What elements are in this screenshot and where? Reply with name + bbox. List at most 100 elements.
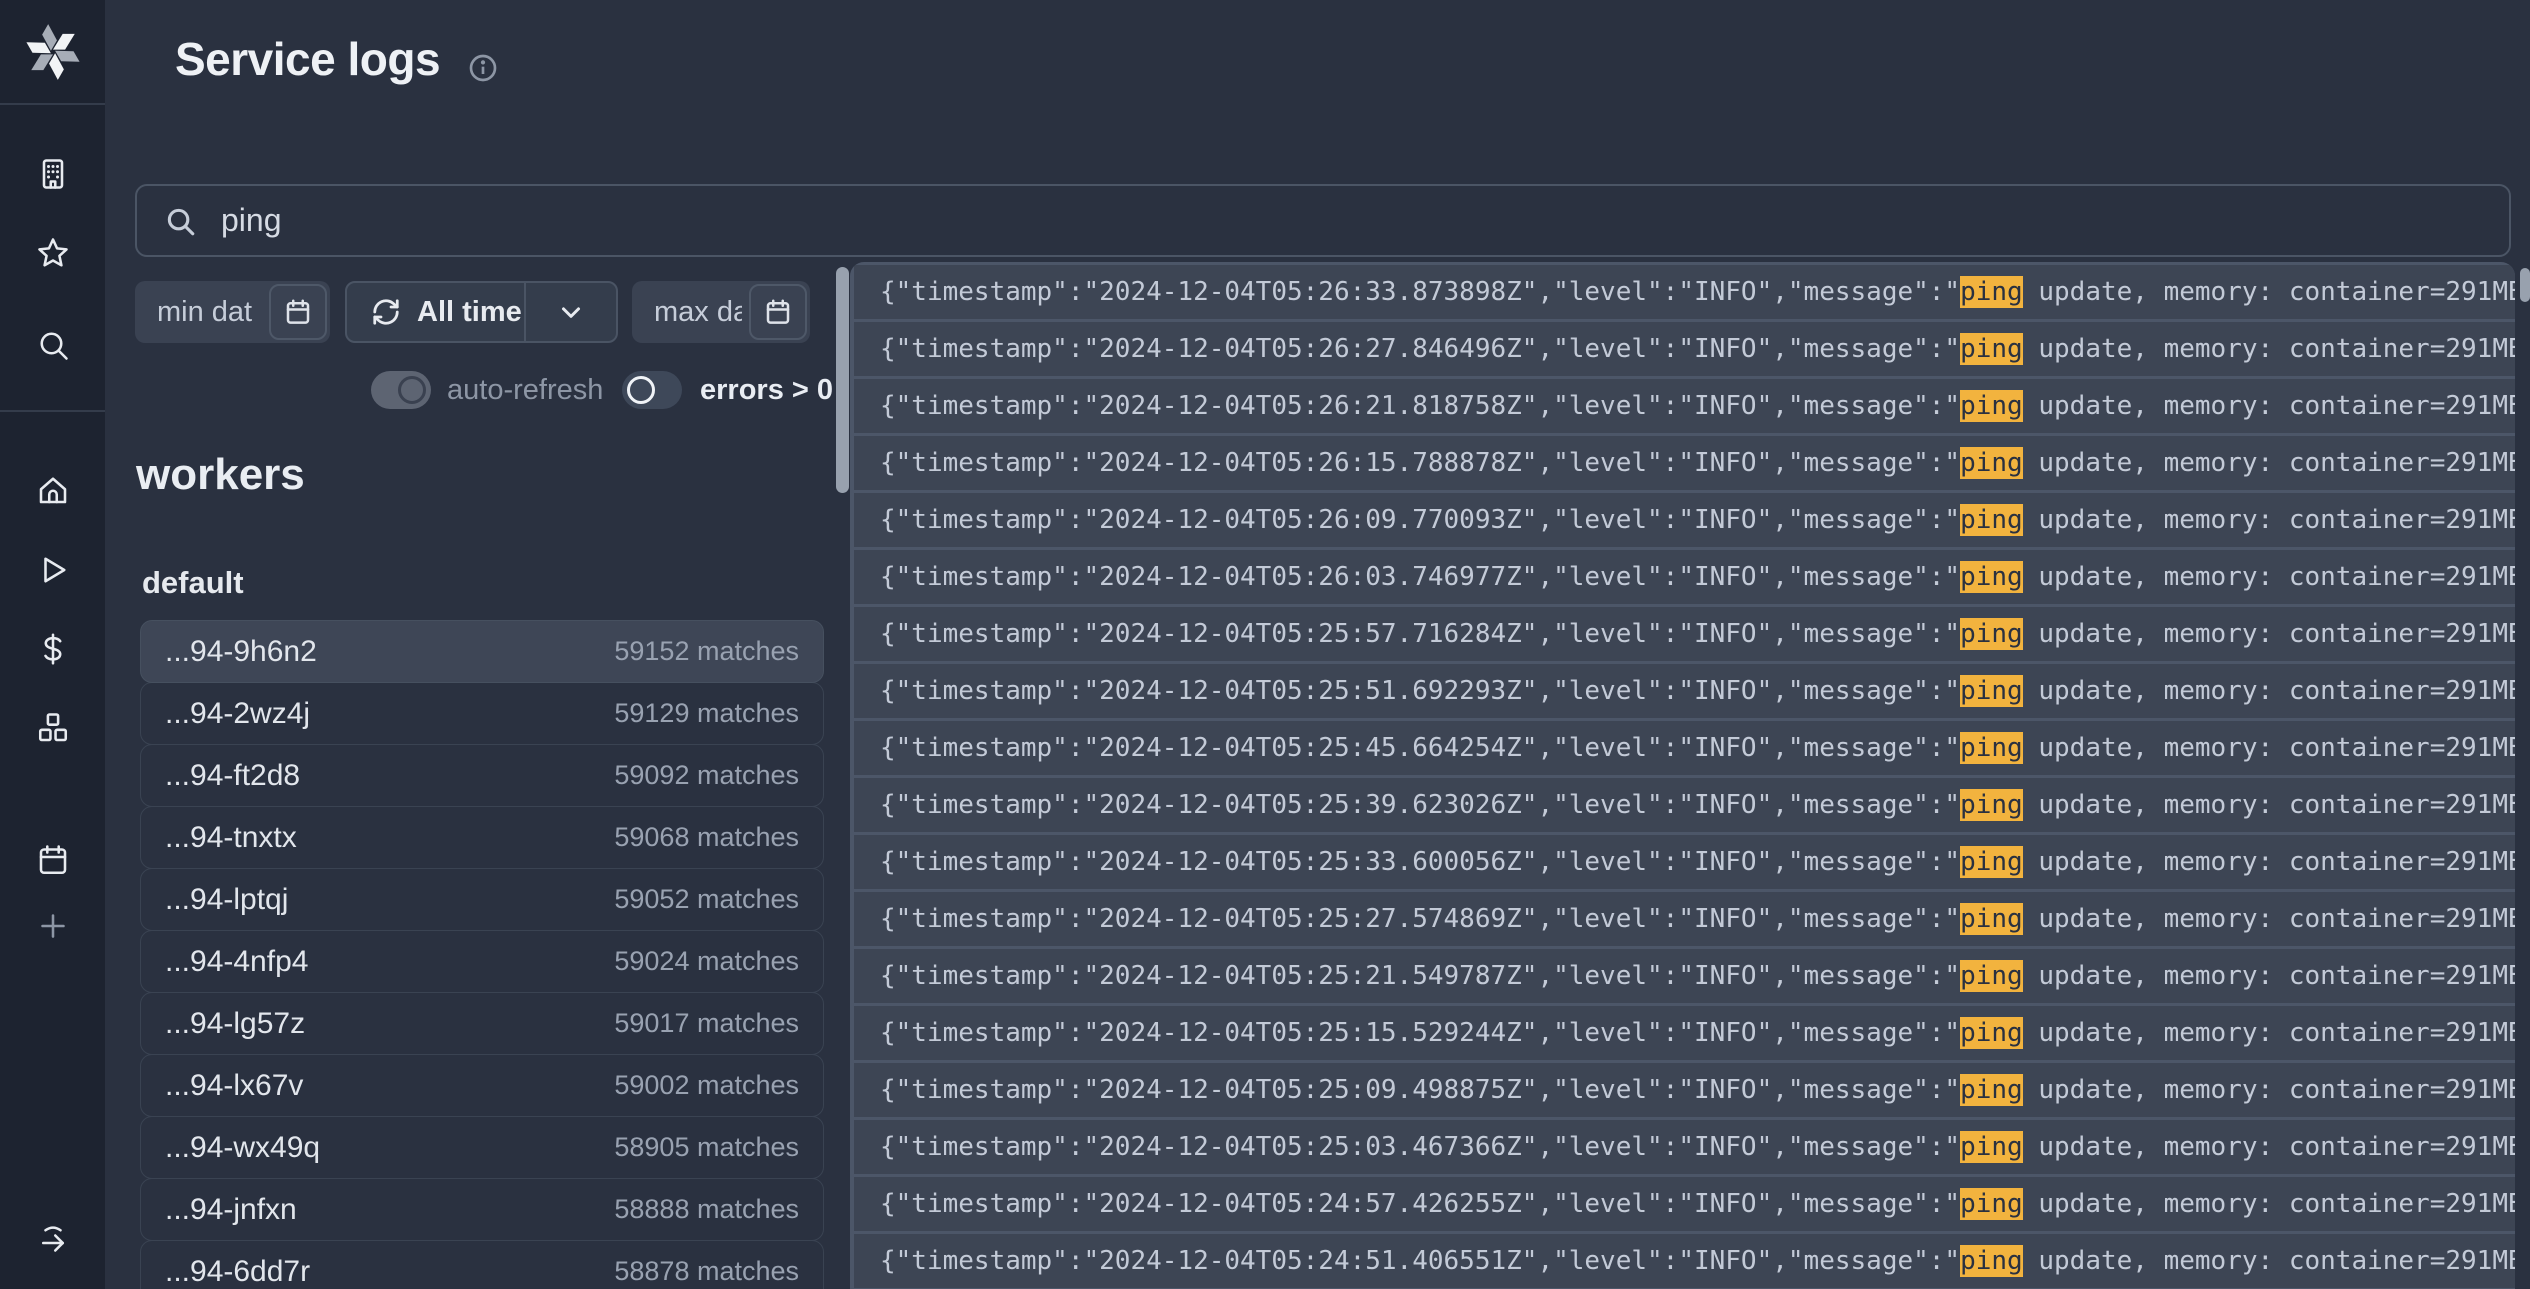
worker-row[interactable]: ...94-6dd7r58878 matches bbox=[140, 1240, 824, 1289]
log-line-text: {"timestamp":"2024-12-04T05:25:15.529244… bbox=[880, 1018, 2515, 1048]
worker-name: ...94-4nfp4 bbox=[165, 945, 308, 979]
worker-row[interactable]: ...94-wx49q58905 matches bbox=[140, 1116, 824, 1179]
time-range-button[interactable]: All time bbox=[345, 281, 618, 343]
worker-name: ...94-lptqj bbox=[165, 883, 288, 917]
chevron-down-icon bbox=[556, 297, 586, 327]
log-line-text: {"timestamp":"2024-12-04T05:25:45.664254… bbox=[880, 733, 2515, 763]
worker-name: ...94-tnxtx bbox=[165, 821, 297, 855]
worker-name: ...94-lx67v bbox=[165, 1069, 303, 1103]
run-play-icon[interactable] bbox=[33, 550, 73, 590]
search-match-highlight: ping bbox=[1960, 1017, 2023, 1049]
modal-logo-icon[interactable] bbox=[24, 23, 82, 81]
search-match-highlight: ping bbox=[1960, 276, 2023, 308]
worker-row[interactable]: ...94-2wz4j 59129 matches bbox=[140, 682, 824, 745]
search-match-highlight: ping bbox=[1960, 1074, 2023, 1106]
worker-name: ...94-lg57z bbox=[165, 1007, 305, 1041]
log-row[interactable]: {"timestamp":"2024-12-04T05:26:27.846496… bbox=[854, 322, 2515, 376]
worker-match-count: 59002 matches bbox=[614, 1070, 799, 1101]
worker-row[interactable]: ...94-4nfp4 59024 matches bbox=[140, 930, 824, 993]
search-match-highlight: ping bbox=[1960, 675, 2023, 707]
search-match-highlight: ping bbox=[1960, 618, 2023, 650]
worker-match-count: 59024 matches bbox=[614, 946, 799, 977]
favorites-star-icon[interactable] bbox=[33, 233, 73, 273]
auto-refresh-toggle[interactable] bbox=[371, 371, 431, 409]
schedule-calendar-icon[interactable] bbox=[33, 840, 73, 880]
log-line-text: {"timestamp":"2024-12-04T05:25:03.467366… bbox=[880, 1132, 2515, 1162]
billing-dollar-icon[interactable] bbox=[33, 629, 73, 669]
worker-row[interactable]: ...94-ft2d859092 matches bbox=[140, 744, 824, 807]
worker-match-count: 59129 matches bbox=[614, 698, 799, 729]
log-row[interactable]: {"timestamp":"2024-12-04T05:24:57.426255… bbox=[854, 1177, 2515, 1231]
log-line-text: {"timestamp":"2024-12-04T05:25:51.692293… bbox=[880, 676, 2515, 706]
log-row[interactable]: {"timestamp":"2024-12-04T05:25:15.529244… bbox=[854, 1006, 2515, 1060]
collapse-arrow-icon[interactable] bbox=[33, 1220, 73, 1260]
log-line-text: {"timestamp":"2024-12-04T05:26:15.788878… bbox=[880, 448, 2515, 478]
worker-name: ...94-9h6n2 bbox=[165, 635, 317, 669]
time-range-main[interactable]: All time bbox=[347, 283, 524, 341]
min-date-calendar-icon[interactable] bbox=[269, 284, 327, 340]
log-row[interactable]: {"timestamp":"2024-12-04T05:26:33.873898… bbox=[854, 265, 2515, 319]
errors-label: errors > 0 bbox=[700, 374, 833, 407]
log-row[interactable]: {"timestamp":"2024-12-04T05:25:09.498875… bbox=[854, 1063, 2515, 1117]
workers-heading: workers bbox=[136, 450, 305, 500]
search-match-highlight: ping bbox=[1960, 1131, 2023, 1163]
log-row[interactable]: {"timestamp":"2024-12-04T05:26:09.770093… bbox=[854, 493, 2515, 547]
log-row[interactable]: {"timestamp":"2024-12-04T05:25:33.600056… bbox=[854, 835, 2515, 889]
search-match-highlight: ping bbox=[1960, 447, 2023, 479]
organization-building-icon[interactable] bbox=[33, 154, 73, 194]
worker-row[interactable]: ...94-lg57z59017 matches bbox=[140, 992, 824, 1055]
info-icon[interactable] bbox=[467, 52, 499, 84]
search-input[interactable] bbox=[221, 202, 2483, 239]
log-line-text: {"timestamp":"2024-12-04T05:25:21.549787… bbox=[880, 961, 2515, 991]
min-date-input[interactable]: min date bbox=[135, 281, 330, 343]
log-line-text: {"timestamp":"2024-12-04T05:26:27.846496… bbox=[880, 334, 2515, 364]
search-nav-icon[interactable] bbox=[33, 325, 73, 365]
errors-toggle[interactable] bbox=[622, 371, 682, 409]
log-row[interactable]: {"timestamp":"2024-12-04T05:25:51.692293… bbox=[854, 664, 2515, 718]
search-match-highlight: ping bbox=[1960, 504, 2023, 536]
max-date-calendar-icon[interactable] bbox=[749, 284, 807, 340]
max-date-input[interactable]: max date bbox=[632, 281, 810, 343]
time-range-dropdown[interactable] bbox=[524, 283, 616, 341]
log-row[interactable]: {"timestamp":"2024-12-04T05:25:39.623026… bbox=[854, 778, 2515, 832]
add-plus-icon[interactable] bbox=[33, 906, 73, 946]
log-row[interactable]: {"timestamp":"2024-12-04T05:25:45.664254… bbox=[854, 721, 2515, 775]
log-row[interactable]: {"timestamp":"2024-12-04T05:24:51.406551… bbox=[854, 1234, 2515, 1288]
log-row[interactable]: {"timestamp":"2024-12-04T05:25:03.467366… bbox=[854, 1120, 2515, 1174]
log-line-text: {"timestamp":"2024-12-04T05:25:57.716284… bbox=[880, 619, 2515, 649]
sidebar-divider bbox=[0, 103, 105, 105]
worker-row[interactable]: ...94-lx67v 59002 matches bbox=[140, 1054, 824, 1117]
page-title: Service logs bbox=[175, 32, 440, 86]
search-match-highlight: ping bbox=[1960, 1245, 2023, 1277]
log-line-text: {"timestamp":"2024-12-04T05:25:27.574869… bbox=[880, 904, 2515, 934]
worker-row[interactable]: ...94-9h6n2 59152 matches bbox=[140, 620, 824, 683]
log-search-bar bbox=[135, 184, 2511, 257]
search-match-highlight: ping bbox=[1960, 333, 2023, 365]
auto-refresh-label: auto-refresh bbox=[447, 374, 603, 407]
sidebar-divider bbox=[0, 410, 105, 412]
log-row[interactable]: {"timestamp":"2024-12-04T05:26:15.788878… bbox=[854, 436, 2515, 490]
worker-row[interactable]: ...94-tnxtx 59068 matches bbox=[140, 806, 824, 869]
toggle-knob bbox=[398, 376, 426, 404]
min-date-placeholder: min date bbox=[157, 296, 252, 329]
worker-name: ...94-2wz4j bbox=[165, 697, 310, 731]
log-scrollbar-left[interactable] bbox=[836, 267, 849, 493]
log-line-text: {"timestamp":"2024-12-04T05:25:33.600056… bbox=[880, 847, 2515, 877]
worker-row[interactable]: ...94-lptqj59052 matches bbox=[140, 868, 824, 931]
home-icon[interactable] bbox=[33, 470, 73, 510]
log-panel: {"timestamp":"2024-12-04T05:26:33.873898… bbox=[850, 262, 2515, 1289]
apps-cubes-icon[interactable] bbox=[33, 708, 73, 748]
log-row[interactable]: {"timestamp":"2024-12-04T05:25:21.549787… bbox=[854, 949, 2515, 1003]
log-row[interactable]: {"timestamp":"2024-12-04T05:25:27.574869… bbox=[854, 892, 2515, 946]
log-line-text: {"timestamp":"2024-12-04T05:25:09.498875… bbox=[880, 1075, 2515, 1105]
worker-match-count: 59152 matches bbox=[614, 636, 799, 667]
log-row[interactable]: {"timestamp":"2024-12-04T05:26:03.746977… bbox=[854, 550, 2515, 604]
toggle-knob bbox=[627, 376, 655, 404]
worker-match-count: 59068 matches bbox=[614, 822, 799, 853]
worker-row[interactable]: ...94-jnfxn58888 matches bbox=[140, 1178, 824, 1241]
log-row[interactable]: {"timestamp":"2024-12-04T05:25:57.716284… bbox=[854, 607, 2515, 661]
log-scrollbar-right[interactable] bbox=[2520, 268, 2530, 302]
worker-match-count: 58905 matches bbox=[614, 1132, 799, 1163]
log-line-text: {"timestamp":"2024-12-04T05:24:51.406551… bbox=[880, 1246, 2515, 1276]
log-row[interactable]: {"timestamp":"2024-12-04T05:26:21.818758… bbox=[854, 379, 2515, 433]
